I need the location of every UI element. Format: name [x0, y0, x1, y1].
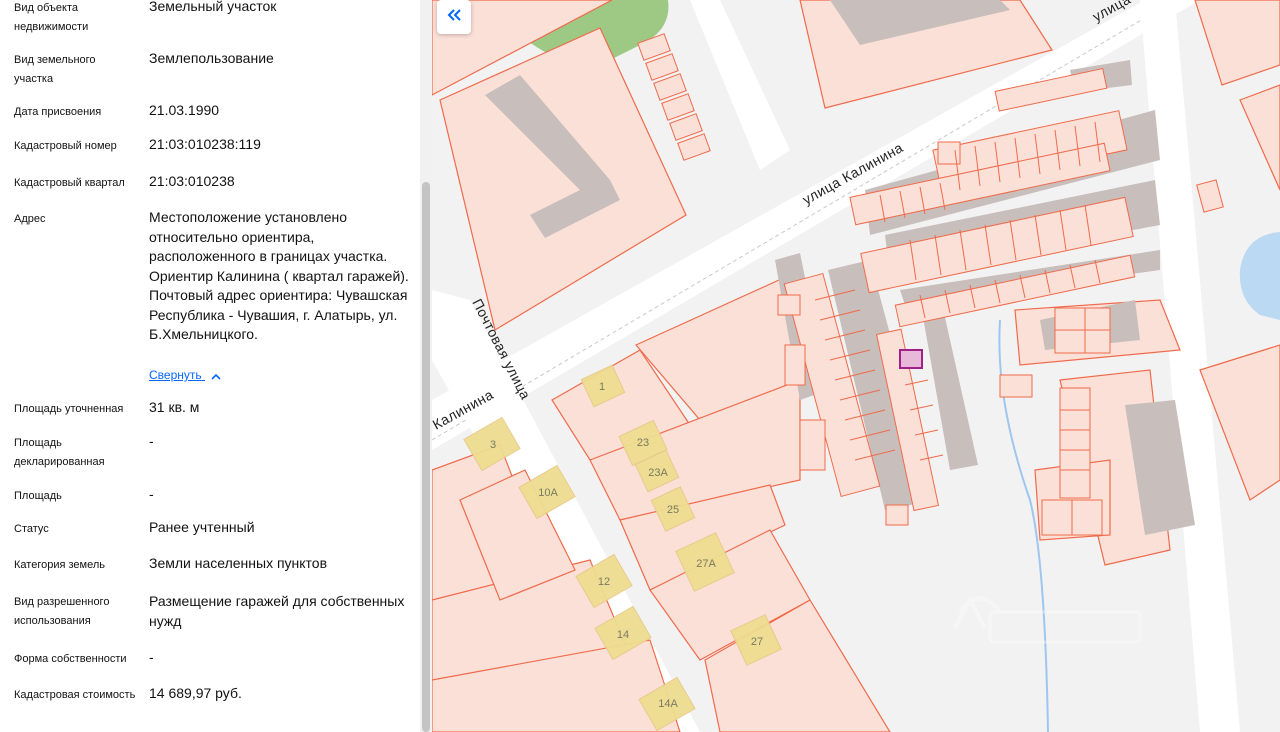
collapse-label: Свернуть: [149, 368, 202, 382]
detail-label: Категория земель: [14, 559, 105, 571]
house-number: 27А: [696, 558, 716, 570]
detail-label: Кадастровая стоимость: [14, 689, 136, 701]
detail-label: Площадь: [14, 490, 62, 502]
detail-value: -: [149, 433, 154, 449]
house-number: 23А: [648, 467, 668, 479]
detail-value: 21:03:010238: [149, 173, 235, 189]
house-number: 14А: [658, 698, 678, 710]
selected-parcel[interactable]: [899, 349, 923, 369]
house-number: 23: [637, 437, 649, 449]
detail-value: Земли населенных пунктов: [149, 555, 328, 571]
detail-value[interactable]: 21:03:010238:119: [149, 135, 411, 155]
detail-label: Статус: [14, 523, 49, 535]
house-number: 3: [490, 439, 496, 451]
detail-label: Площадь декларированная: [14, 437, 105, 468]
address-value: Местоположение установлено относительно …: [149, 209, 409, 342]
house-number: 1: [599, 381, 605, 393]
detail-value: Размещение гаражей для собственных нужд: [149, 593, 405, 629]
panel-scrollbar[interactable]: [420, 0, 432, 732]
detail-label: Форма собственности: [14, 653, 127, 665]
detail-label: Адрес: [14, 213, 46, 225]
detail-value: 31 кв. м: [149, 399, 200, 415]
detail-label: Кадастровый квартал: [14, 177, 125, 189]
house-number: 10А: [538, 487, 558, 499]
collapse-address-link[interactable]: Свернуть: [149, 367, 221, 384]
detail-label: Площадь уточненная: [14, 403, 124, 415]
detail-value: 14 689,97 руб.: [149, 685, 242, 701]
detail-value: Землепользование: [149, 50, 274, 66]
house-number: 12: [598, 576, 610, 588]
detail-value: -: [149, 486, 154, 502]
double-chevron-left-icon: [446, 8, 462, 27]
detail-label: Вид объекта недвижимости: [14, 2, 89, 33]
cadastral-map[interactable]: 1 23 23А 25 27А 27 3 10А 12 14 14А улица…: [432, 0, 1280, 732]
scrollbar-thumb[interactable]: [422, 182, 430, 732]
detail-value: -: [149, 649, 154, 665]
detail-value: 21.03.1990: [149, 102, 220, 118]
house-number: 27: [751, 636, 763, 648]
collapse-panel-button[interactable]: [437, 0, 471, 34]
house-number: 25: [667, 504, 679, 516]
detail-label: Кадастровый номер: [14, 140, 117, 152]
detail-label: Вид земельного участка: [14, 54, 96, 85]
detail-value: Земельный участок: [149, 0, 277, 14]
detail-value: Ранее учтенный: [149, 519, 255, 535]
house-number: 14: [617, 629, 629, 641]
property-info-panel: Вид объекта недвижимости Земельный участ…: [0, 0, 420, 732]
detail-label: Вид разрешенного использования: [14, 596, 110, 627]
detail-label: Дата присвоения: [14, 106, 102, 118]
chevron-up-icon: [211, 368, 221, 384]
